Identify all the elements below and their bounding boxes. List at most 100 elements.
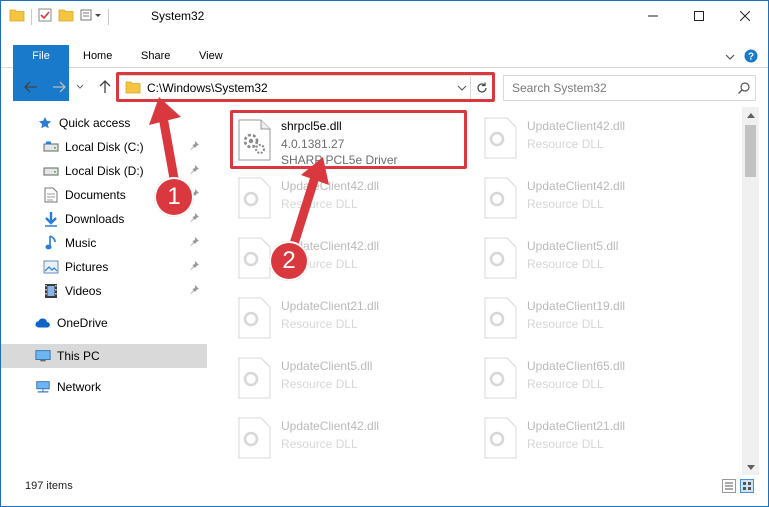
file-description: Resource DLL [281, 317, 358, 331]
file-name: UpdateClient5.dll [281, 359, 373, 373]
search-box[interactable] [503, 75, 756, 101]
dll-file-icon [237, 357, 277, 403]
quick-access-toolbar [9, 8, 109, 25]
sidebar-item-local-disk-c[interactable]: Local Disk (C:) [1, 135, 207, 159]
sidebar-item-label: Pictures [65, 260, 109, 274]
new-folder-icon[interactable] [58, 8, 74, 25]
details-view-button[interactable] [722, 479, 736, 496]
scrollbar-thumb[interactable] [745, 125, 756, 177]
file-item[interactable]: UpdateClient19.dll Resource DLL [479, 291, 719, 347]
dll-file-icon [237, 297, 277, 343]
sidebar-item-label: Local Disk (D:) [65, 164, 144, 178]
back-button[interactable] [21, 77, 41, 97]
navigation-bar: C:\Windows\System32 [1, 71, 768, 103]
maximize-button[interactable] [676, 1, 722, 31]
folder-icon[interactable] [9, 8, 25, 25]
large-icons-view-icon [740, 479, 754, 493]
ribbon-tabs: File Home Share View ? [1, 45, 768, 101]
explorer-window: System32 File Home Share View ? C:\Windo… [0, 0, 769, 507]
dll-file-icon [483, 417, 523, 463]
network-icon [35, 379, 51, 395]
sidebar-item-label: Network [57, 380, 102, 394]
tab-share[interactable]: Share [127, 45, 184, 68]
sidebar-item-label: Videos [65, 284, 102, 298]
dll-file-icon [483, 297, 523, 343]
window-title: System32 [151, 9, 205, 23]
music-icon [43, 235, 59, 251]
file-item[interactable]: UpdateClient5.dll Resource DLL [233, 351, 473, 407]
address-bar[interactable]: C:\Windows\System32 [118, 75, 493, 101]
file-item[interactable]: UpdateClient42.dll Resource DLL [233, 171, 473, 227]
arrow-right-icon [53, 81, 66, 93]
sidebar-item-network[interactable]: Network [1, 375, 207, 399]
close-button[interactable] [722, 1, 768, 31]
file-name: UpdateClient42.dll [527, 179, 626, 193]
tab-home[interactable]: Home [69, 45, 126, 68]
triangle-down-icon [746, 464, 755, 470]
close-icon [740, 11, 750, 21]
pin-icon[interactable] [190, 285, 199, 297]
scroll-down-button[interactable] [742, 459, 759, 475]
minimize-button[interactable] [630, 1, 676, 31]
dll-file-icon [483, 177, 523, 223]
pin-icon[interactable] [190, 237, 199, 249]
file-item[interactable]: UpdateClient21.dll Resource DLL [479, 411, 719, 467]
address-path[interactable]: C:\Windows\System32 [147, 81, 454, 95]
pictures-icon [43, 259, 59, 275]
address-dropdown-button[interactable] [454, 83, 470, 94]
triangle-up-icon [746, 112, 755, 118]
cloud-icon [35, 315, 51, 331]
toolbar-divider [31, 8, 32, 25]
file-name: UpdateClient21.dll [281, 299, 380, 313]
pin-icon[interactable] [190, 141, 199, 153]
help-icon: ? [744, 49, 758, 63]
pin-icon[interactable] [190, 165, 199, 177]
help-button[interactable]: ? [744, 49, 758, 66]
refresh-button[interactable] [470, 76, 492, 100]
large-icons-view-button[interactable] [740, 479, 754, 496]
recent-locations-button[interactable] [73, 77, 87, 97]
file-description: Resource DLL [527, 317, 604, 331]
search-icon[interactable] [733, 82, 755, 94]
sidebar-item-music[interactable]: Music [1, 231, 207, 255]
file-description: Resource DLL [527, 437, 604, 451]
maximize-icon [694, 11, 704, 21]
sidebar-item-videos[interactable]: Videos [1, 279, 207, 303]
file-description: Resource DLL [527, 377, 604, 391]
forward-button[interactable] [49, 77, 69, 97]
svg-text:?: ? [748, 52, 754, 63]
expand-ribbon-button[interactable] [724, 51, 736, 65]
file-item[interactable]: UpdateClient42.dll Resource DLL [479, 171, 719, 227]
file-item[interactable]: UpdateClient42.dll Resource DLL [233, 411, 473, 467]
file-name: UpdateClient19.dll [527, 299, 626, 313]
file-description: Resource DLL [281, 437, 358, 451]
scroll-up-button[interactable] [742, 107, 759, 123]
pin-icon[interactable] [190, 213, 199, 225]
up-button[interactable] [95, 77, 115, 97]
dll-file-icon [237, 177, 277, 223]
sidebar-item-label: OneDrive [57, 316, 108, 330]
dll-file-icon [483, 357, 523, 403]
sidebar-item-pictures[interactable]: Pictures [1, 255, 207, 279]
search-input[interactable] [512, 77, 733, 99]
file-item[interactable]: UpdateClient21.dll Resource DLL [233, 291, 473, 347]
tab-view[interactable]: View [185, 45, 237, 68]
sidebar-item-label: Music [65, 236, 97, 250]
pin-icon[interactable] [190, 261, 199, 273]
file-item[interactable]: UpdateClient65.dll Resource DLL [479, 351, 719, 407]
drive-icon [43, 163, 59, 179]
file-name: UpdateClient42.dll [527, 119, 626, 133]
download-icon [43, 211, 59, 227]
customize-toolbar-icon[interactable] [80, 8, 102, 25]
sidebar-item-this-pc[interactable]: This PC [1, 344, 207, 368]
file-description: Resource DLL [527, 137, 604, 151]
properties-icon[interactable] [38, 8, 52, 25]
file-item[interactable]: UpdateClient42.dll Resource DLL [479, 111, 719, 167]
vertical-scrollbar[interactable] [742, 107, 759, 475]
sidebar-item-onedrive[interactable]: OneDrive [1, 311, 207, 335]
arrow-left-icon [24, 81, 37, 93]
callout-badge-2: 2 [269, 241, 309, 281]
sidebar-item-quick-access[interactable]: Quick access [1, 111, 207, 135]
chevron-down-icon [725, 54, 735, 60]
file-item[interactable]: UpdateClient5.dll Resource DLL [479, 231, 719, 287]
